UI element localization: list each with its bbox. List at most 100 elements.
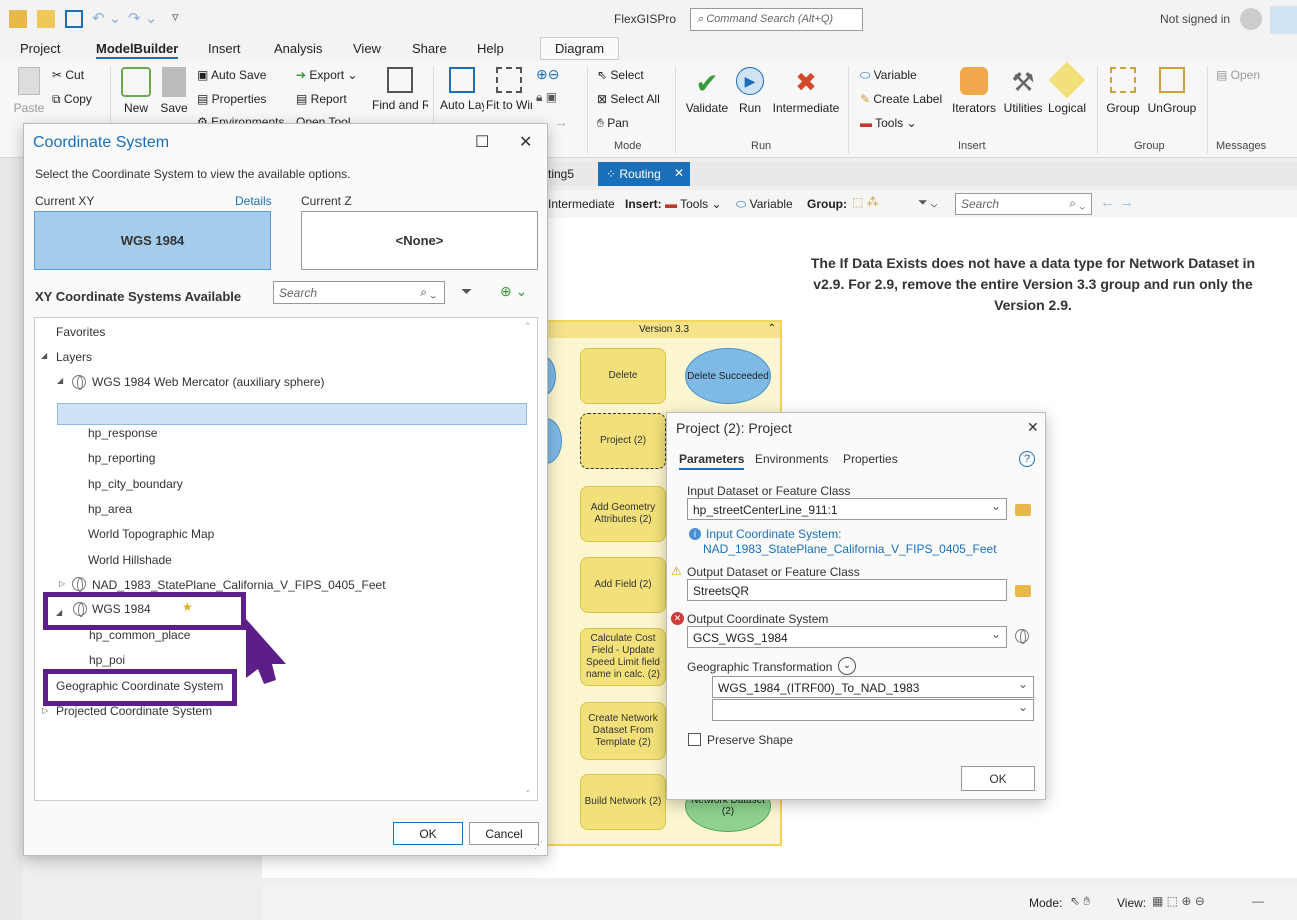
- expand-triangle-icon[interactable]: ◢: [41, 351, 47, 360]
- tool-add-field[interactable]: Add Field (2): [580, 557, 666, 613]
- tab-modelbuilder[interactable]: ModelBuilder: [96, 41, 179, 59]
- filter-icon[interactable]: ⏷: [461, 283, 472, 300]
- output-cs-dropdown[interactable]: GCS_WGS_1984: [687, 626, 1007, 648]
- preserve-shape-checkbox[interactable]: [688, 733, 701, 746]
- insert-tools-button[interactable]: ▬ Tools ⌄: [665, 197, 722, 211]
- current-xy-box[interactable]: WGS 1984: [34, 211, 271, 270]
- folder-icon[interactable]: [1015, 585, 1031, 597]
- geo-transform-dropdown[interactable]: WGS_1984_(ITRF00)_To_NAD_1983: [712, 676, 1034, 698]
- new-model-button[interactable]: New: [118, 67, 154, 115]
- tree-layer-item[interactable]: World Hillshade: [88, 553, 172, 567]
- cs-search-input[interactable]: Search ⌕ ⌄: [273, 281, 445, 304]
- tool-create-network[interactable]: Create Network Dataset From Template (2): [580, 702, 666, 760]
- scroll-down-icon[interactable]: ⌄: [524, 784, 532, 795]
- run-button[interactable]: ▶ Run: [736, 67, 764, 115]
- tree-layer-item[interactable]: hp_response: [88, 426, 157, 440]
- tab-analysis[interactable]: Analysis: [274, 41, 322, 56]
- utilities-button[interactable]: ⚒ Utilities: [1002, 67, 1044, 115]
- folder-icon[interactable]: [1015, 504, 1031, 516]
- filter-icon[interactable]: ⏷ ⌄: [918, 195, 937, 210]
- auto-save-button[interactable]: ▣ Auto Save: [197, 68, 266, 82]
- select-all-button[interactable]: ⊠ Select All: [597, 92, 660, 106]
- iterators-button[interactable]: Iterators: [952, 67, 996, 115]
- help-icon[interactable]: ?: [1019, 451, 1035, 467]
- sign-in-status[interactable]: Not signed in: [1160, 12, 1230, 26]
- tree-web-mercator[interactable]: WGS 1984 Web Mercator (auxiliary sphere): [92, 375, 325, 389]
- diagram-search-input[interactable]: Search ⌕ ⌄: [955, 193, 1092, 215]
- tab-help[interactable]: Help: [477, 41, 504, 56]
- create-label-button[interactable]: ✎ Create Label: [860, 92, 942, 106]
- chevron-down-icon[interactable]: ⌄: [838, 657, 856, 675]
- find-replace-button[interactable]: Find and Replace: [372, 67, 428, 129]
- tool-add-geometry[interactable]: Add Geometry Attributes (2): [580, 486, 666, 542]
- variable-button[interactable]: ⬭ Variable: [860, 68, 917, 83]
- paste-button[interactable]: Paste: [12, 67, 46, 115]
- zoom-in-icon[interactable]: ⊕⊖: [536, 66, 559, 83]
- report-button[interactable]: ▤ Report: [296, 92, 347, 106]
- customize-qat-icon[interactable]: ▿: [172, 9, 179, 25]
- cut-button[interactable]: ✂ Cut: [52, 68, 84, 82]
- nav-arrows-icon[interactable]: ← →: [1100, 194, 1134, 211]
- tab-model-partial[interactable]: ting5: [548, 167, 574, 181]
- notification-icon[interactable]: [1270, 6, 1297, 34]
- tree-layer-item[interactable]: World Topographic Map: [88, 527, 214, 541]
- tab-parameters[interactable]: Parameters: [679, 452, 745, 470]
- tool-project[interactable]: Project (2): [580, 413, 666, 469]
- input-dataset-dropdown[interactable]: hp_streetCenterLine_911:1: [687, 498, 1007, 520]
- current-z-box[interactable]: <None>: [301, 211, 538, 270]
- user-avatar-icon[interactable]: [1240, 8, 1262, 30]
- tab-properties[interactable]: Properties: [843, 452, 898, 466]
- geo-transform-empty-dropdown[interactable]: [712, 699, 1034, 721]
- fit-to-window-button[interactable]: Fit to Window: [486, 67, 532, 129]
- intermediate-toggle[interactable]: Intermediate: [548, 197, 615, 211]
- properties-button[interactable]: ▤ Properties: [197, 92, 266, 106]
- group-button[interactable]: Group: [1104, 67, 1142, 115]
- resize-grip-icon[interactable]: ⋰: [534, 840, 543, 851]
- zoom-slider[interactable]: —: [1252, 894, 1264, 908]
- new-project-icon[interactable]: [9, 10, 27, 28]
- ungroup-button[interactable]: UnGroup: [1146, 67, 1198, 115]
- export-button[interactable]: ➔ Export ⌄: [296, 68, 357, 82]
- save-model-button[interactable]: Save: [158, 67, 190, 115]
- tools-button[interactable]: ▬ Tools ⌄: [860, 116, 917, 130]
- output-dataset-field[interactable]: StreetsQR: [687, 579, 1007, 601]
- copy-button[interactable]: ⧉ Copy: [52, 92, 92, 107]
- add-globe-icon[interactable]: ⊕ ⌄: [500, 283, 527, 300]
- collapse-triangle-icon[interactable]: ▷: [42, 706, 48, 715]
- scroll-up-icon[interactable]: ⌃: [524, 321, 532, 332]
- tab-diagram[interactable]: Diagram: [540, 37, 620, 60]
- tree-layer-item[interactable]: hp_poi: [89, 653, 125, 667]
- tool-delete[interactable]: Delete: [580, 348, 666, 404]
- tool-calc-cost[interactable]: Calculate Cost Field - Update Speed Limi…: [580, 628, 666, 686]
- ok-button[interactable]: OK: [393, 822, 463, 845]
- view-zoom-icons[interactable]: ▦ ⬚ ⊕ ⊖: [1152, 894, 1205, 908]
- close-icon[interactable]: ✕: [1027, 419, 1039, 436]
- logical-button[interactable]: Logical: [1046, 61, 1088, 115]
- tab-view[interactable]: View: [353, 41, 381, 56]
- tab-project[interactable]: Project: [20, 41, 60, 56]
- output-delete-succeeded[interactable]: Delete Succeeded: [685, 348, 771, 404]
- collapse-icon[interactable]: ⌃: [768, 323, 776, 334]
- tree-layers[interactable]: Layers: [56, 350, 92, 364]
- tree-layer-item[interactable]: hp_reporting: [88, 451, 155, 465]
- tree-layer-item[interactable]: hp_common_place: [89, 628, 190, 642]
- intermediate-button[interactable]: ✖ Intermediate: [770, 67, 842, 115]
- select-button[interactable]: ⇖ Select: [597, 68, 644, 82]
- pan-button[interactable]: ✋︎ Pan: [597, 116, 629, 131]
- tab-insert[interactable]: Insert: [208, 41, 241, 56]
- close-icon[interactable]: ✕: [519, 132, 532, 152]
- tool-build-network[interactable]: Build Network (2): [580, 774, 666, 830]
- tab-routing[interactable]: ⁘ Routing ✕: [598, 162, 690, 186]
- maximize-icon[interactable]: ☐: [475, 132, 489, 152]
- tree-layer-item[interactable]: hp_city_boundary: [88, 477, 183, 491]
- open-project-icon[interactable]: [37, 10, 55, 28]
- globe-icon[interactable]: [1015, 629, 1029, 644]
- mode-icons[interactable]: ⇖ ✋︎: [1070, 894, 1090, 909]
- save-project-icon[interactable]: [65, 10, 83, 28]
- expand-triangle-icon[interactable]: ◢: [57, 376, 63, 385]
- tree-nad-1983[interactable]: NAD_1983_StatePlane_California_V_FIPS_04…: [92, 578, 386, 592]
- group-icon[interactable]: ⬚ ⁂: [852, 195, 879, 209]
- lock-icon[interactable]: 🔒︎ ▣: [536, 90, 557, 105]
- ok-button[interactable]: OK: [961, 766, 1035, 791]
- validate-button[interactable]: ✔ Validate: [684, 67, 730, 115]
